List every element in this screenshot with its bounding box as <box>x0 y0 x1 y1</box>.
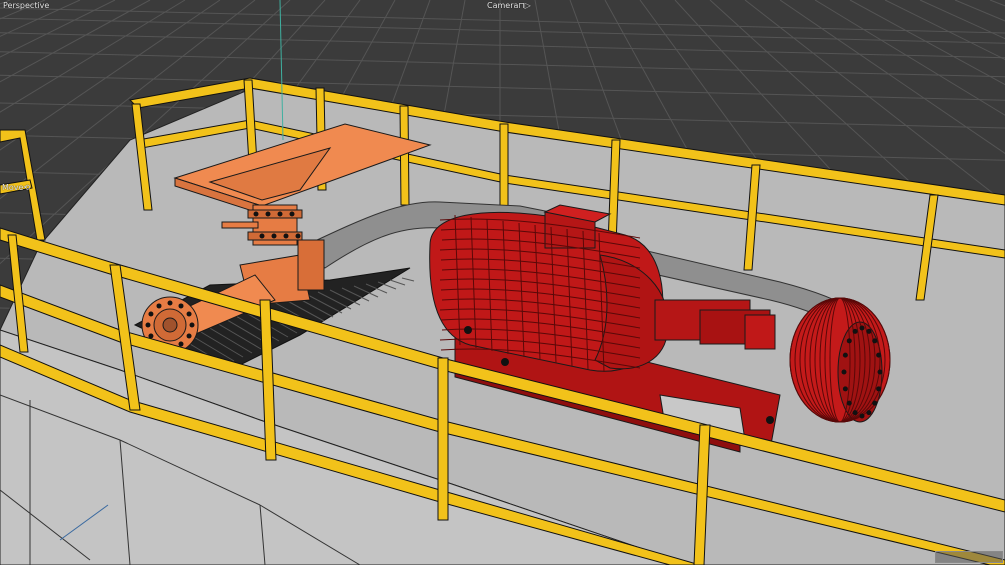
viewport-view-label[interactable]: Perspective <box>3 1 49 11</box>
move-gizmo-label[interactable]: Move⟲ <box>2 183 30 193</box>
rotate-icon: ⟲ <box>23 183 31 192</box>
scene-canvas[interactable] <box>0 0 1005 565</box>
camera-name: Camera <box>487 1 519 10</box>
camera-icon: ⊓▷ <box>518 1 531 10</box>
viewport-camera-label[interactable]: Camera⊓▷ <box>487 1 531 11</box>
viewport-status-indicator <box>935 551 1003 563</box>
move-label-text: Move <box>2 183 24 192</box>
3d-viewport[interactable]: Perspective Camera⊓▷ Move⟲ <box>0 0 1005 565</box>
